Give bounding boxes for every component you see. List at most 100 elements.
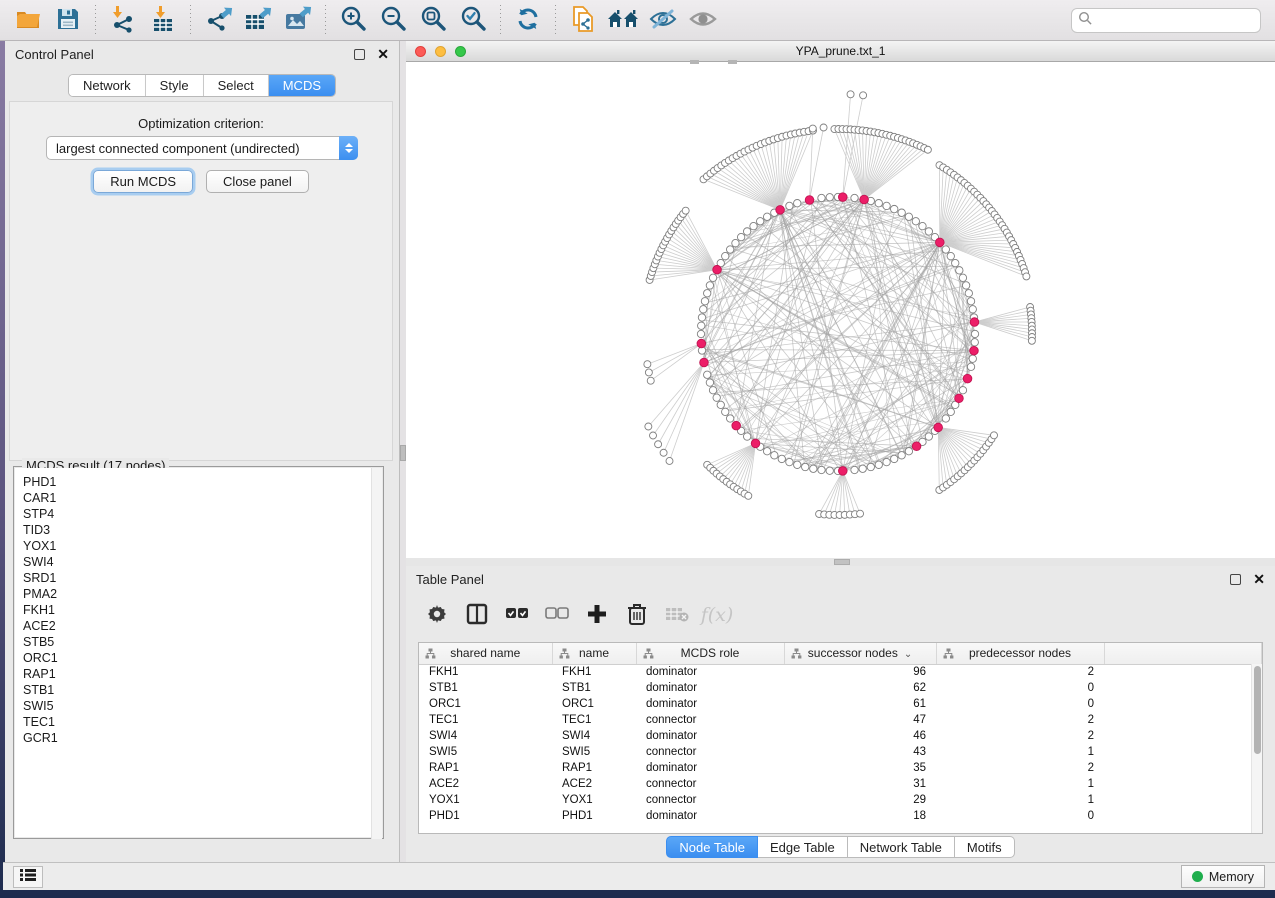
mcds-result-item[interactable]: STB5	[23, 634, 382, 650]
mcds-result-item[interactable]: YOX1	[23, 538, 382, 554]
table-cell: 43	[784, 744, 936, 760]
save-session-button[interactable]	[51, 4, 85, 36]
mcds-result-item[interactable]: TID3	[23, 522, 382, 538]
table-row[interactable]: YOX1YOX1connector291	[419, 792, 1262, 808]
table-scrollbar[interactable]	[1251, 664, 1262, 833]
column-header-predecessor-nodes[interactable]: predecessor nodes	[936, 643, 1104, 664]
tab-mcds[interactable]: MCDS	[269, 75, 335, 96]
mcds-result-item[interactable]: PMA2	[23, 586, 382, 602]
table-cell: RAP1	[552, 760, 636, 776]
tab-select[interactable]: Select	[204, 75, 269, 96]
column-header-name[interactable]: name	[552, 643, 636, 664]
network-window-titlebar[interactable]: YPA_prune.txt_1	[406, 41, 1275, 62]
dropdown-stepper-icon	[339, 136, 358, 160]
export-table-button[interactable]	[241, 4, 275, 36]
export-image-button[interactable]	[281, 4, 315, 36]
zoom-out-button[interactable]	[376, 4, 410, 36]
column-header-shared-name[interactable]: shared name	[419, 643, 552, 664]
table-row[interactable]: SWI4SWI4dominator462	[419, 728, 1262, 744]
trash-icon	[627, 603, 647, 628]
search-input[interactable]	[1093, 13, 1254, 27]
toolbar-separator	[500, 5, 501, 35]
mcds-result-item[interactable]: CAR1	[23, 490, 382, 506]
tab-motifs[interactable]: Motifs	[955, 836, 1015, 858]
mcds-result-item[interactable]: STP4	[23, 506, 382, 522]
splitter-handle[interactable]	[834, 559, 850, 565]
mcds-result-item[interactable]: PHD1	[23, 474, 382, 490]
table-row[interactable]: ACE2ACE2connector311	[419, 776, 1262, 792]
eye-icon	[688, 7, 718, 34]
memory-button[interactable]: Memory	[1181, 865, 1265, 888]
tab-edge-table[interactable]: Edge Table	[758, 836, 848, 858]
float-panel-button[interactable]	[1230, 574, 1241, 585]
table-cell: 62	[784, 680, 936, 696]
show-columns-button[interactable]	[462, 600, 492, 630]
import-table-button[interactable]	[146, 4, 180, 36]
splitter-handle[interactable]	[690, 60, 699, 64]
columns-icon	[466, 603, 488, 628]
mcds-result-item[interactable]: GCR1	[23, 730, 382, 746]
export-network-button[interactable]	[201, 4, 235, 36]
table-settings-button[interactable]	[422, 600, 452, 630]
mcds-result-item[interactable]: SWI4	[23, 554, 382, 570]
table-row[interactable]: STB1STB1dominator620	[419, 680, 1262, 696]
table-row[interactable]: SWI5SWI5connector431	[419, 744, 1262, 760]
table-row[interactable]: RAP1RAP1dominator352	[419, 760, 1262, 776]
mcds-result-item[interactable]: FKH1	[23, 602, 382, 618]
tab-style[interactable]: Style	[146, 75, 204, 96]
horizontal-splitter[interactable]	[406, 558, 1275, 566]
network-canvas[interactable]	[406, 62, 1275, 558]
tab-network-table[interactable]: Network Table	[848, 836, 955, 858]
table-delete-icon	[665, 605, 689, 626]
zoom-selected-button[interactable]	[456, 4, 490, 36]
close-panel-button[interactable]: Close panel	[206, 170, 309, 193]
table-row[interactable]: PHD1PHD1dominator180	[419, 808, 1262, 824]
table-cell: dominator	[636, 728, 784, 744]
run-mcds-button[interactable]: Run MCDS	[93, 170, 193, 193]
open-file-button[interactable]	[11, 4, 45, 36]
deselect-all-rows-button[interactable]	[542, 600, 572, 630]
splitter-handle[interactable]	[728, 60, 737, 64]
hide-selected-button[interactable]	[646, 4, 680, 36]
column-header-MCDS-role[interactable]: MCDS role	[636, 643, 784, 664]
hierarchy-icon	[425, 648, 436, 662]
mcds-result-item[interactable]: SWI5	[23, 698, 382, 714]
delete-column-button[interactable]	[622, 600, 652, 630]
mcds-result-item[interactable]: ACE2	[23, 618, 382, 634]
table-scrollbar-thumb[interactable]	[1254, 666, 1261, 754]
mcds-result-item[interactable]: STB1	[23, 682, 382, 698]
select-all-rows-button[interactable]	[502, 600, 532, 630]
delete-table-button[interactable]	[662, 600, 692, 630]
close-panel-icon[interactable]: ✕	[1253, 574, 1265, 585]
column-header-successor-nodes[interactable]: successor nodes⌄	[784, 643, 936, 664]
network-graph[interactable]	[406, 62, 1275, 558]
mcds-result-list[interactable]: PHD1CAR1STP4TID3YOX1SWI4SRD1PMA2FKH1ACE2…	[15, 468, 382, 837]
mcds-result-item[interactable]: RAP1	[23, 666, 382, 682]
first-neighbors-button[interactable]	[606, 4, 640, 36]
mcds-result-item[interactable]: ORC1	[23, 650, 382, 666]
task-history-button[interactable]	[13, 866, 43, 888]
table-cell: dominator	[636, 760, 784, 776]
table-cell: 2	[936, 728, 1104, 744]
criterion-dropdown[interactable]: largest connected component (undirected)	[46, 136, 358, 160]
show-all-button[interactable]	[686, 4, 720, 36]
zoom-fit-button[interactable]	[416, 4, 450, 36]
import-network-button[interactable]	[106, 4, 140, 36]
mcds-result-item[interactable]: SRD1	[23, 570, 382, 586]
mcds-list-scrollbar[interactable]	[371, 468, 382, 839]
mcds-result-item[interactable]: TEC1	[23, 714, 382, 730]
close-panel-icon[interactable]: ✕	[377, 49, 389, 60]
float-panel-button[interactable]	[354, 49, 365, 60]
table-row[interactable]: TEC1TEC1connector472	[419, 712, 1262, 728]
zoom-in-button[interactable]	[336, 4, 370, 36]
function-builder-button[interactable]: f(x)	[702, 600, 732, 630]
table-row[interactable]: ORC1ORC1dominator610	[419, 696, 1262, 712]
tab-node-table[interactable]: Node Table	[666, 836, 758, 858]
search-field[interactable]	[1071, 8, 1261, 33]
table-row[interactable]: FKH1FKH1dominator962	[419, 664, 1262, 680]
create-column-button[interactable]	[582, 600, 612, 630]
clone-network-button[interactable]	[566, 4, 600, 36]
tab-network[interactable]: Network	[69, 75, 146, 96]
table-cell: dominator	[636, 680, 784, 696]
refresh-button[interactable]	[511, 4, 545, 36]
